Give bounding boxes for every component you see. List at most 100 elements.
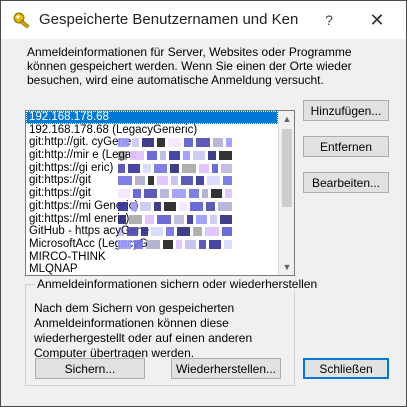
redacted-pixel-block <box>148 176 154 186</box>
backup-button[interactable]: Sichern... <box>35 358 145 379</box>
redacted-pixel-block <box>183 151 190 161</box>
list-item[interactable]: git:https://mi Generic) <box>26 200 278 213</box>
redacted-pixel-block <box>172 189 186 199</box>
redacted-pixel-block <box>143 163 151 173</box>
redacted-pixel-block <box>118 176 132 186</box>
list-item[interactable]: GitHub - https acyGene <box>26 225 278 238</box>
redacted-pixel-block <box>134 239 143 249</box>
redacted-pixel-block <box>160 189 169 199</box>
list-item[interactable]: git:https://git <box>26 187 278 200</box>
redacted-pixel-block <box>154 163 167 173</box>
redacted-pixel-block <box>145 214 154 224</box>
redacted-pixel-block <box>210 214 217 224</box>
list-item[interactable]: git:https://git <box>26 174 278 187</box>
redacted-pixel-block <box>187 214 193 224</box>
remove-button[interactable]: Entfernen <box>303 136 389 157</box>
group-legend: Anmeldeinformationen sichern oder wieder… <box>34 277 321 291</box>
credentials-list-items: 192.168.178.68 192.168.178.68 (LegacyGene… <box>26 111 278 275</box>
redacted-pixel-block <box>118 201 128 211</box>
redacted-pixel-block <box>196 214 207 224</box>
redacted-pixel-block <box>157 176 168 186</box>
add-button[interactable]: Hinzufügen... <box>303 100 389 121</box>
redacted-pixel-block <box>118 151 127 161</box>
credentials-list[interactable]: 192.168.178.68 192.168.178.68 (LegacyGene… <box>25 110 295 276</box>
redacted-pixel-block <box>177 227 190 237</box>
redacted-pixel-block <box>224 239 232 249</box>
redacted-pixel-block <box>166 227 174 237</box>
redacted-pixel-block <box>140 201 151 211</box>
scrollbar-thumb[interactable] <box>282 129 292 207</box>
redacted-pixel-block <box>127 227 138 237</box>
redacted-pixel-block <box>190 201 203 211</box>
redacted-pixel-block <box>118 163 125 173</box>
redacted-pixel-block <box>221 163 232 173</box>
redacted-pixel-block <box>142 138 154 148</box>
redacted-pixel-block <box>213 138 223 148</box>
redacted-pixel-block <box>169 151 180 161</box>
redacted-pixel-block <box>206 201 215 211</box>
list-scrollbar[interactable]: ▲ ▼ <box>278 111 294 275</box>
list-item[interactable]: 192.168.178.68 <box>26 111 278 124</box>
redacted-pixel-block <box>179 201 187 211</box>
redacted-pixel-block <box>132 138 139 148</box>
edit-button[interactable]: Bearbeiten... <box>303 172 389 193</box>
redacted-pixel-block <box>199 239 206 249</box>
help-button[interactable]: ? <box>317 9 341 31</box>
redacted-pixel-block <box>222 227 232 237</box>
close-window-button[interactable]: ✕ <box>363 7 391 33</box>
redacted-pixel-block <box>208 151 216 161</box>
redacted-pixel-block <box>225 189 232 199</box>
chevron-up-icon[interactable]: ▲ <box>279 111 294 127</box>
restore-button[interactable]: Wiederherstellen... <box>171 358 281 379</box>
redacted-pixel-block <box>196 176 204 186</box>
redacted-pixel-block <box>170 163 179 173</box>
credentials-dialog: Gespeicherte Benutzernamen und Ken... ? … <box>0 0 407 407</box>
redacted-pixel-block <box>135 176 145 186</box>
list-item[interactable]: MicrosoftAcc (LegacyG <box>26 238 278 251</box>
redacted-pixel-block <box>202 189 208 199</box>
redacted-pixel-block <box>118 138 129 148</box>
redacted-pixel-block <box>205 227 219 237</box>
redacted-pixel-block <box>146 239 160 249</box>
redacted-pixel-block <box>129 214 142 224</box>
redacted-pixel-block <box>219 151 232 161</box>
redacted-pixel-block <box>199 163 209 173</box>
key-icon <box>13 12 30 29</box>
redacted-pixel-block <box>118 239 131 249</box>
redacted-pixel-block <box>174 214 184 224</box>
list-item[interactable]: git:https://ml eneric) <box>26 213 278 226</box>
redacted-pixel-block <box>118 189 130 199</box>
window-title: Gespeicherte Benutzernamen und Ken... <box>39 11 299 28</box>
redacted-pixel-block <box>226 138 232 148</box>
redacted-pixel-block <box>189 189 199 199</box>
redacted-pixel-block <box>209 239 221 249</box>
redacted-pixel-block <box>212 163 218 173</box>
redacted-pixel-block <box>144 189 157 199</box>
chevron-down-icon[interactable]: ▼ <box>279 259 294 275</box>
redacted-pixel-block <box>176 239 182 249</box>
redacted-pixel-block <box>141 227 148 237</box>
redacted-pixel-block <box>154 201 161 211</box>
redacted-pixel-block <box>171 176 178 186</box>
list-item[interactable]: MIRCO-THINK <box>26 251 278 264</box>
redacted-pixel-block <box>185 239 196 249</box>
redacted-pixel-block <box>218 201 232 211</box>
redacted-pixel-block <box>131 201 137 211</box>
list-item[interactable]: 192.168.178.68 (LegacyGeneric) <box>26 124 278 137</box>
redacted-pixel-block <box>118 227 124 237</box>
redacted-pixel-block <box>193 151 205 161</box>
redacted-pixel-block <box>130 151 144 161</box>
title-bar: Gespeicherte Benutzernamen und Ken... ? … <box>1 1 406 39</box>
close-button[interactable]: Schließen <box>303 358 389 379</box>
redacted-pixel-block <box>196 138 210 148</box>
list-item[interactable]: git:http://mir e (Legac <box>26 149 278 162</box>
list-item[interactable]: git:https://gi eric) <box>26 162 278 175</box>
redacted-pixel-block <box>211 189 222 199</box>
redacted-pixel-block <box>181 176 193 186</box>
redacted-pixel-block <box>157 138 165 148</box>
redacted-pixel-block <box>182 163 196 173</box>
redacted-pixel-block <box>147 151 157 161</box>
list-item[interactable]: MLQNAP <box>26 263 278 275</box>
group-description: Nach dem Sichern von gespeicherten Anmel… <box>34 301 253 360</box>
list-item[interactable]: git:http://git. cyGene <box>26 136 278 149</box>
